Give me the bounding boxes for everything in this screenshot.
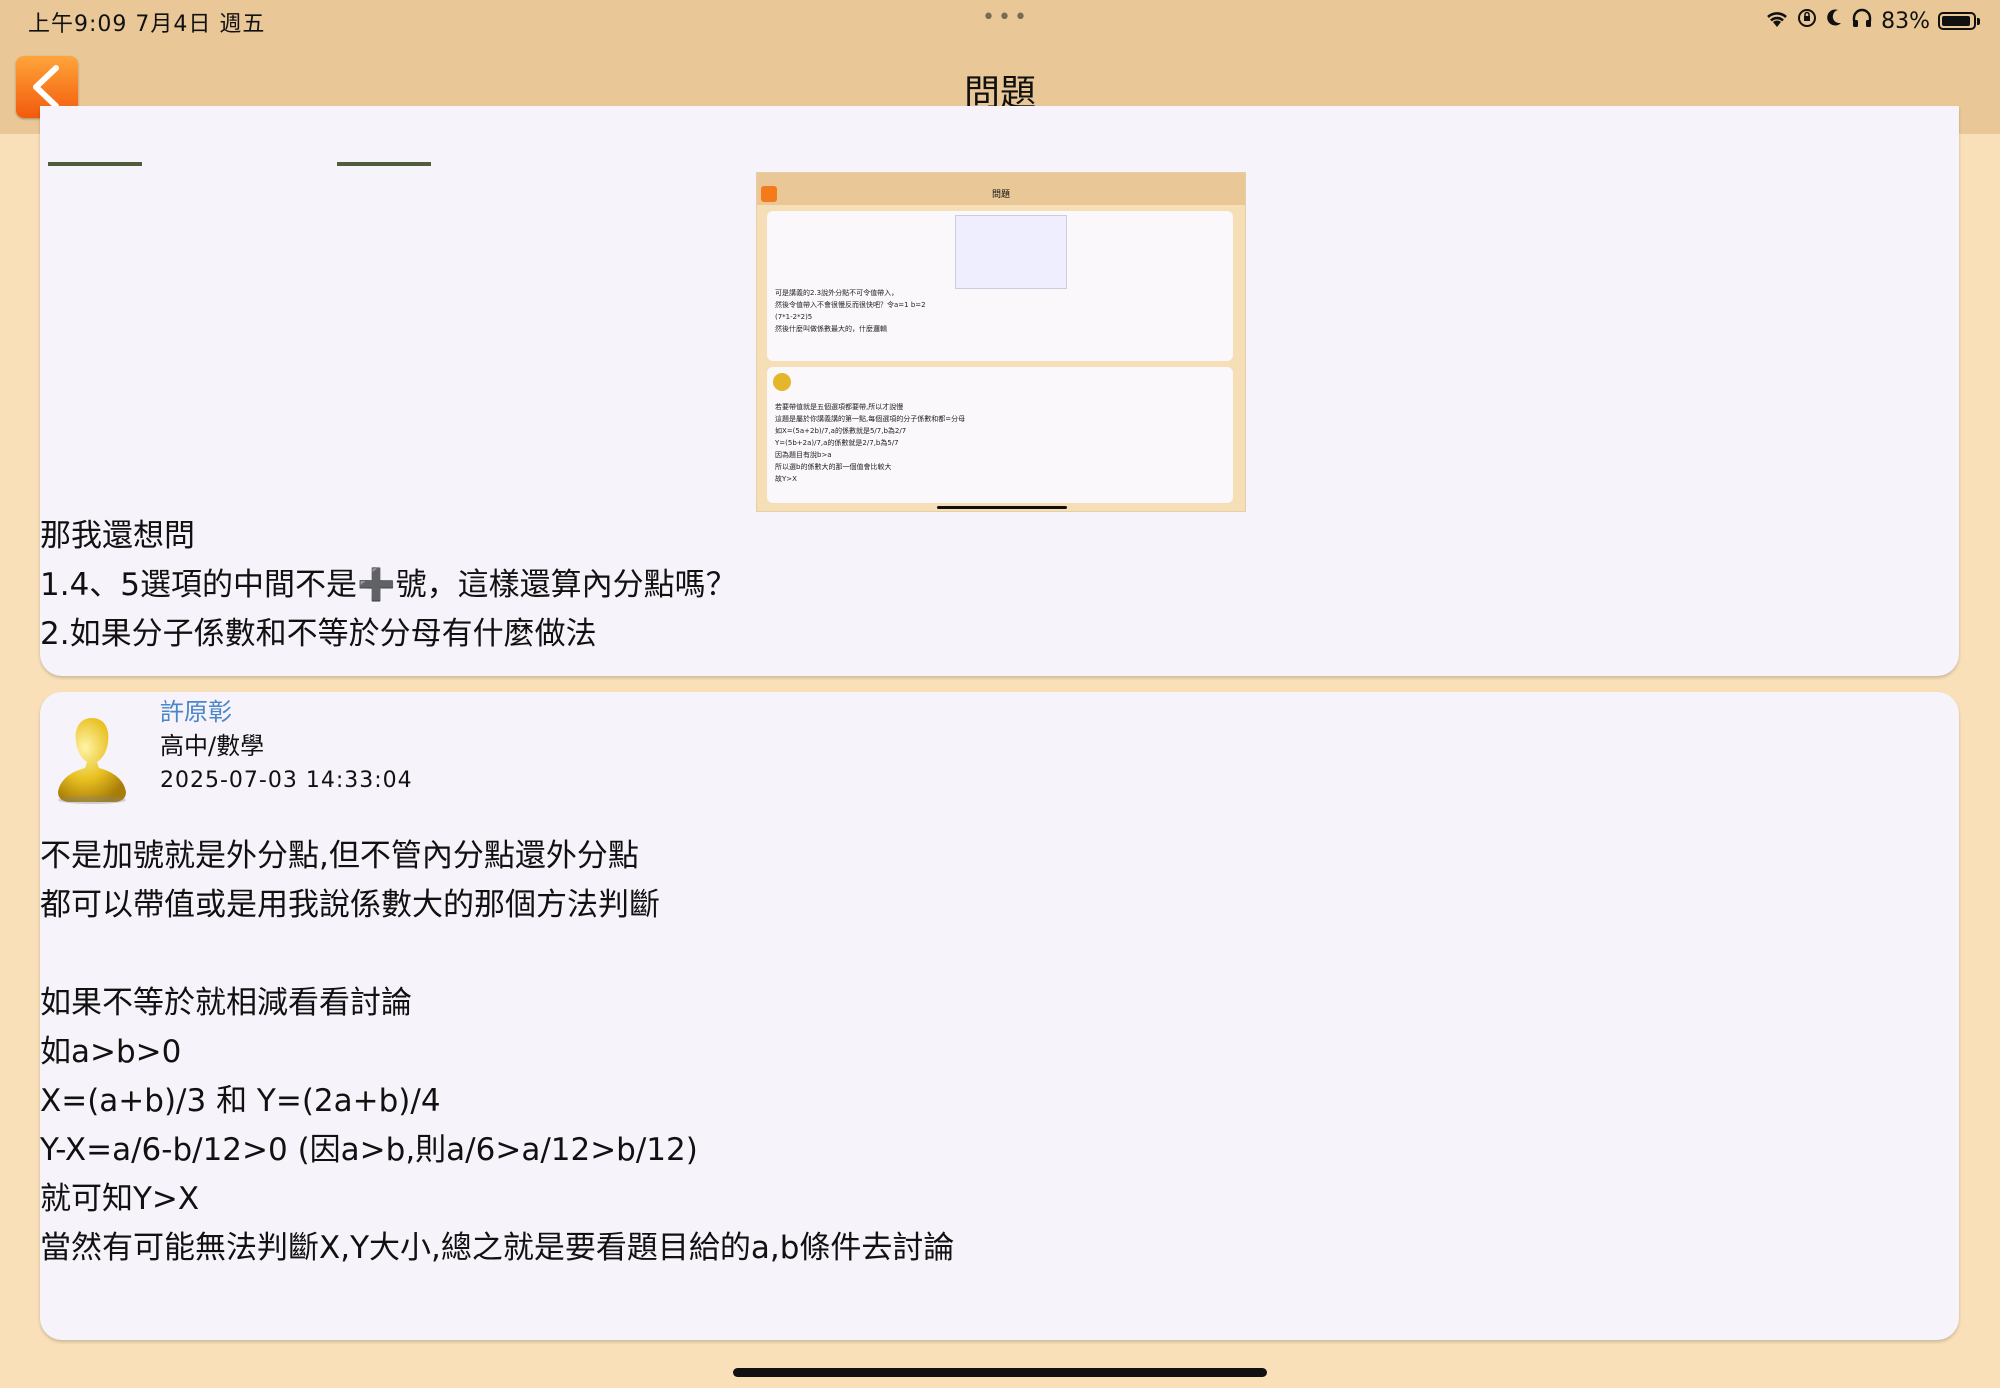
screenshot-text-b: 若要帶值就是五個選項都要帶,所以才說慢 這題是屬於你講義講的第一點,每個選項的分… (775, 403, 966, 483)
post-line: 如果不等於就相減看看討論 (40, 985, 412, 1021)
post-line: 當然有可能無法判斷X,Y大小,總之就是要看題目給的a,b條件去討論 (40, 1230, 955, 1266)
post-card-reply: 許原彰 高中/數學 2025-07-03 14:33:04 不是加號就是外分點,… (40, 692, 1959, 1340)
post-line: 如a>b>0 (40, 1034, 182, 1070)
post-line: Y-X=a/6-b/12>0 (因a>b,則a/6>a/12>b/12) (40, 1132, 698, 1168)
moon-icon (1825, 8, 1843, 34)
attached-screenshot[interactable]: 問題 可是講義的2.3說外分點不可令值帶入， 然後令值帶入不會很慢反而很快吧？令… (756, 172, 1246, 512)
tab-indicator (48, 162, 142, 166)
post-line (40, 930, 954, 979)
post-line: 都可以帶值或是用我說係數大的那個方法判斷 (40, 887, 660, 923)
headphones-icon (1851, 8, 1873, 34)
multitask-dots[interactable]: ••• (982, 5, 1030, 30)
post-line: 那我還想問 (40, 518, 195, 554)
screenshot-title: 問題 (991, 190, 1010, 200)
screenshot-card-1: 可是講義的2.3說外分點不可令值帶入， 然後令值帶入不會很慢反而很快吧？令a=1… (767, 211, 1233, 361)
screenshot-card-2: 若要帶值就是五個選項都要帶,所以才說慢 這題是屬於你講義講的第一點,每個選項的分… (767, 367, 1233, 503)
post-line: 2.如果分子係數和不等於分母有什麼做法 (40, 616, 597, 652)
status-icons: 83% (1765, 6, 1980, 36)
author-name[interactable]: 許原彰 (160, 692, 232, 727)
tab-indicator (337, 162, 431, 166)
post-body: 不是加號就是外分點,但不管內分點還外分點 都可以帶值或是用我說係數大的那個方法判… (40, 832, 954, 1273)
home-indicator[interactable] (733, 1368, 1267, 1377)
screenshot-home-indicator (937, 506, 1067, 509)
post-line: 1.4、5選項的中間不是➕號，這樣還算內分點嗎？ (40, 567, 737, 603)
status-time: 上午9:09 7月4日 週五 (28, 12, 266, 37)
author-role: 高中/數學 (160, 732, 265, 760)
post-body: 那我還想問 1.4、5選項的中間不是➕號，這樣還算內分點嗎？ 2.如果分子係數和… (40, 512, 737, 659)
post-card-question: 問題 可是講義的2.3說外分點不可令值帶入， 然後令值帶入不會很慢反而很快吧？令… (40, 106, 1959, 676)
rotation-lock-icon (1797, 8, 1817, 34)
battery-percent: 83% (1881, 8, 1930, 34)
avatar (58, 718, 126, 804)
screenshot-thumbnail (955, 215, 1067, 289)
screenshot-text-a: 可是講義的2.3說外分點不可令值帶入， 然後令值帶入不會很慢反而很快吧？令a=1… (775, 289, 926, 333)
screenshot-avatar (773, 373, 791, 391)
post-line: 不是加號就是外分點,但不管內分點還外分點 (40, 838, 639, 874)
post-line: 就可知Y>X (40, 1181, 200, 1217)
post-timestamp: 2025-07-03 14:33:04 (160, 768, 413, 793)
screenshot-nav-bar: 問題 (757, 173, 1245, 205)
battery-icon (1938, 12, 1980, 30)
wifi-icon (1765, 9, 1789, 34)
post-line: X=(a+b)/3 和 Y=(2a+b)/4 (40, 1083, 441, 1119)
